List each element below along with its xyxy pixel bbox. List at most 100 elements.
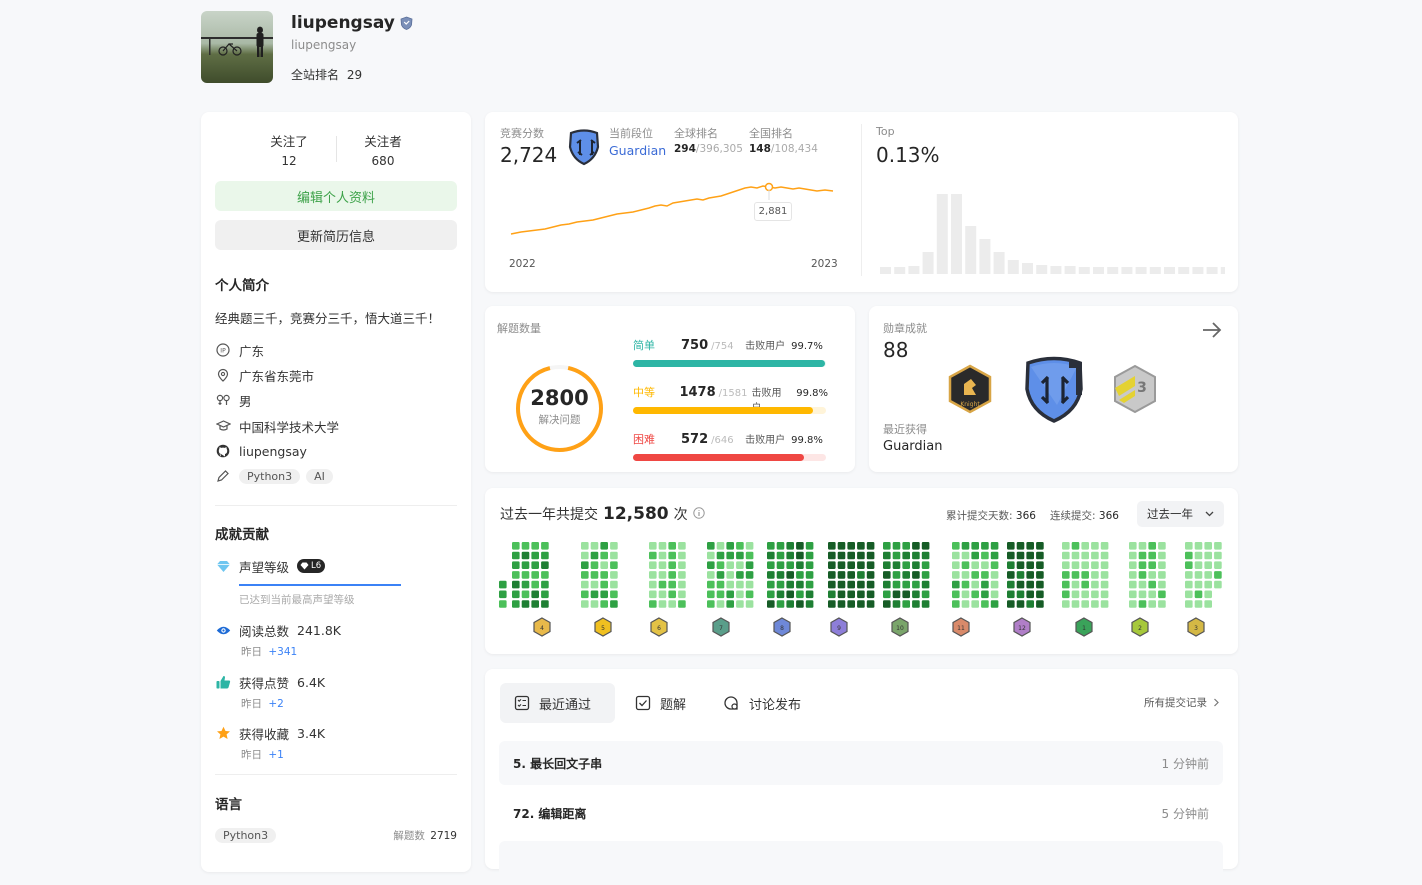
heatmap-cell[interactable] bbox=[590, 542, 599, 550]
heatmap-cell[interactable] bbox=[1062, 580, 1070, 589]
heatmap-cell[interactable] bbox=[678, 561, 686, 569]
heatmap-cell[interactable] bbox=[1194, 551, 1203, 560]
heatmap-cell[interactable] bbox=[541, 551, 549, 560]
heatmap-cell[interactable] bbox=[610, 551, 618, 560]
heatmap-cell[interactable] bbox=[902, 571, 910, 579]
heatmap-cell[interactable] bbox=[726, 580, 734, 589]
heatmap-cell[interactable] bbox=[1185, 542, 1193, 550]
heatmap-cell[interactable] bbox=[847, 590, 855, 599]
heatmap-cell[interactable] bbox=[828, 551, 836, 560]
heatmap-cell[interactable] bbox=[610, 571, 618, 579]
heatmap-cell[interactable] bbox=[921, 590, 930, 599]
heatmap-cell[interactable] bbox=[1007, 600, 1015, 608]
heatmap-cell[interactable] bbox=[847, 571, 855, 579]
heatmap-cell[interactable] bbox=[745, 551, 754, 560]
skill-tag[interactable]: Python3 bbox=[239, 468, 301, 484]
heatmap-cell[interactable] bbox=[736, 551, 744, 560]
hard-row[interactable]: 困难 572 /646 击败用户 99.8% bbox=[633, 431, 828, 461]
heatmap-cell[interactable] bbox=[971, 580, 979, 589]
heatmap-cell[interactable] bbox=[716, 551, 725, 560]
heatmap-cell[interactable] bbox=[1016, 561, 1025, 569]
heatmap-cell[interactable] bbox=[736, 542, 744, 550]
heatmap-cell[interactable] bbox=[866, 580, 875, 589]
heatmap-cell[interactable] bbox=[736, 571, 744, 579]
heatmap-cell[interactable] bbox=[883, 542, 891, 550]
heatmap-cell[interactable] bbox=[1036, 561, 1044, 569]
heatmap-cell[interactable] bbox=[883, 590, 891, 599]
heatmap-cell[interactable] bbox=[902, 551, 910, 560]
heatmap-cell[interactable] bbox=[902, 542, 910, 550]
heatmap-cell[interactable] bbox=[590, 600, 599, 608]
heatmap-cell[interactable] bbox=[1214, 561, 1222, 569]
heatmap-cell[interactable] bbox=[1071, 600, 1080, 608]
heatmap-cell[interactable] bbox=[541, 561, 549, 569]
heatmap-cell[interactable] bbox=[668, 551, 676, 560]
heatmap-cell[interactable] bbox=[1148, 551, 1156, 560]
heatmap-cell[interactable] bbox=[1158, 600, 1166, 608]
heatmap-cell[interactable] bbox=[892, 590, 901, 599]
heatmap-cell[interactable] bbox=[1138, 571, 1147, 579]
heatmap-cell[interactable] bbox=[716, 590, 725, 599]
heatmap-cell[interactable] bbox=[736, 580, 744, 589]
monthly-badge-icon[interactable]: 3 bbox=[1187, 617, 1205, 637]
heatmap-cell[interactable] bbox=[1026, 580, 1034, 589]
heatmap-cell[interactable] bbox=[726, 590, 734, 599]
heatmap-cell[interactable] bbox=[883, 551, 891, 560]
heatmap-cell[interactable] bbox=[921, 580, 930, 589]
heatmap-cell[interactable] bbox=[707, 600, 715, 608]
heatmap-cell[interactable] bbox=[1091, 580, 1099, 589]
heatmap-cell[interactable] bbox=[1194, 561, 1203, 569]
heatmap-cell[interactable] bbox=[866, 590, 875, 599]
monthly-badge-icon[interactable]: 7 bbox=[712, 617, 730, 637]
heatmap-cell[interactable] bbox=[678, 551, 686, 560]
heatmap-cell[interactable] bbox=[590, 561, 599, 569]
heatmap-cell[interactable] bbox=[805, 600, 814, 608]
heatmap-cell[interactable] bbox=[707, 571, 715, 579]
heatmap-cell[interactable] bbox=[745, 571, 754, 579]
heatmap-cell[interactable] bbox=[767, 542, 775, 550]
heatmap-cell[interactable] bbox=[531, 571, 539, 579]
heatmap-cell[interactable] bbox=[1204, 590, 1212, 599]
heatmap-cell[interactable] bbox=[649, 571, 657, 579]
heatmap-cell[interactable] bbox=[1081, 590, 1089, 599]
heatmap-cell[interactable] bbox=[805, 571, 814, 579]
heatmap-cell[interactable] bbox=[1185, 571, 1193, 579]
heatmap-cell[interactable] bbox=[1036, 580, 1044, 589]
heatmap-cell[interactable] bbox=[590, 580, 599, 589]
monthly-badge-icon[interactable]: 12 bbox=[1013, 617, 1031, 637]
heatmap-cell[interactable] bbox=[658, 551, 667, 560]
problem-title[interactable]: 5. 最长回文子串 bbox=[513, 755, 602, 772]
heatmap-cell[interactable] bbox=[1036, 571, 1044, 579]
heatmap-cell[interactable] bbox=[649, 561, 657, 569]
easy-row[interactable]: 简单 750 /754 击败用户 99.7% bbox=[633, 337, 828, 367]
heatmap-cell[interactable] bbox=[1071, 571, 1080, 579]
heatmap-cell[interactable] bbox=[1158, 551, 1166, 560]
heatmap-cell[interactable] bbox=[678, 590, 686, 599]
heatmap-cell[interactable] bbox=[1138, 551, 1147, 560]
heatmap-cell[interactable] bbox=[1204, 542, 1212, 550]
heatmap-cell[interactable] bbox=[521, 580, 530, 589]
heatmap-cell[interactable] bbox=[1185, 600, 1193, 608]
heatmap-cell[interactable] bbox=[805, 561, 814, 569]
monthly-badge-icon[interactable]: 4 bbox=[533, 617, 551, 637]
heatmap-cell[interactable] bbox=[1158, 561, 1166, 569]
heatmap-cell[interactable] bbox=[847, 561, 855, 569]
heatmap-cell[interactable] bbox=[892, 561, 901, 569]
heatmap-cell[interactable] bbox=[707, 590, 715, 599]
heatmap-cell[interactable] bbox=[541, 542, 549, 550]
monthly-badge-icon[interactable]: 6 bbox=[650, 617, 668, 637]
annual-badge-icon[interactable]: 3 bbox=[1112, 364, 1158, 414]
heatmap-cell[interactable] bbox=[857, 561, 865, 569]
heatmap-cell[interactable] bbox=[1091, 561, 1099, 569]
heatmap-cell[interactable] bbox=[1129, 580, 1137, 589]
heatmap-cell[interactable] bbox=[883, 600, 891, 608]
heatmap-cell[interactable] bbox=[961, 571, 970, 579]
heatmap-cell[interactable] bbox=[847, 600, 855, 608]
heatmap-cell[interactable] bbox=[837, 600, 846, 608]
heatmap-cell[interactable] bbox=[776, 590, 785, 599]
heatmap-cell[interactable] bbox=[1158, 590, 1166, 599]
heatmap-cell[interactable] bbox=[541, 580, 549, 589]
heatmap-cell[interactable] bbox=[796, 551, 804, 560]
heatmap-cell[interactable] bbox=[990, 561, 999, 569]
heatmap-cell[interactable] bbox=[892, 580, 901, 589]
